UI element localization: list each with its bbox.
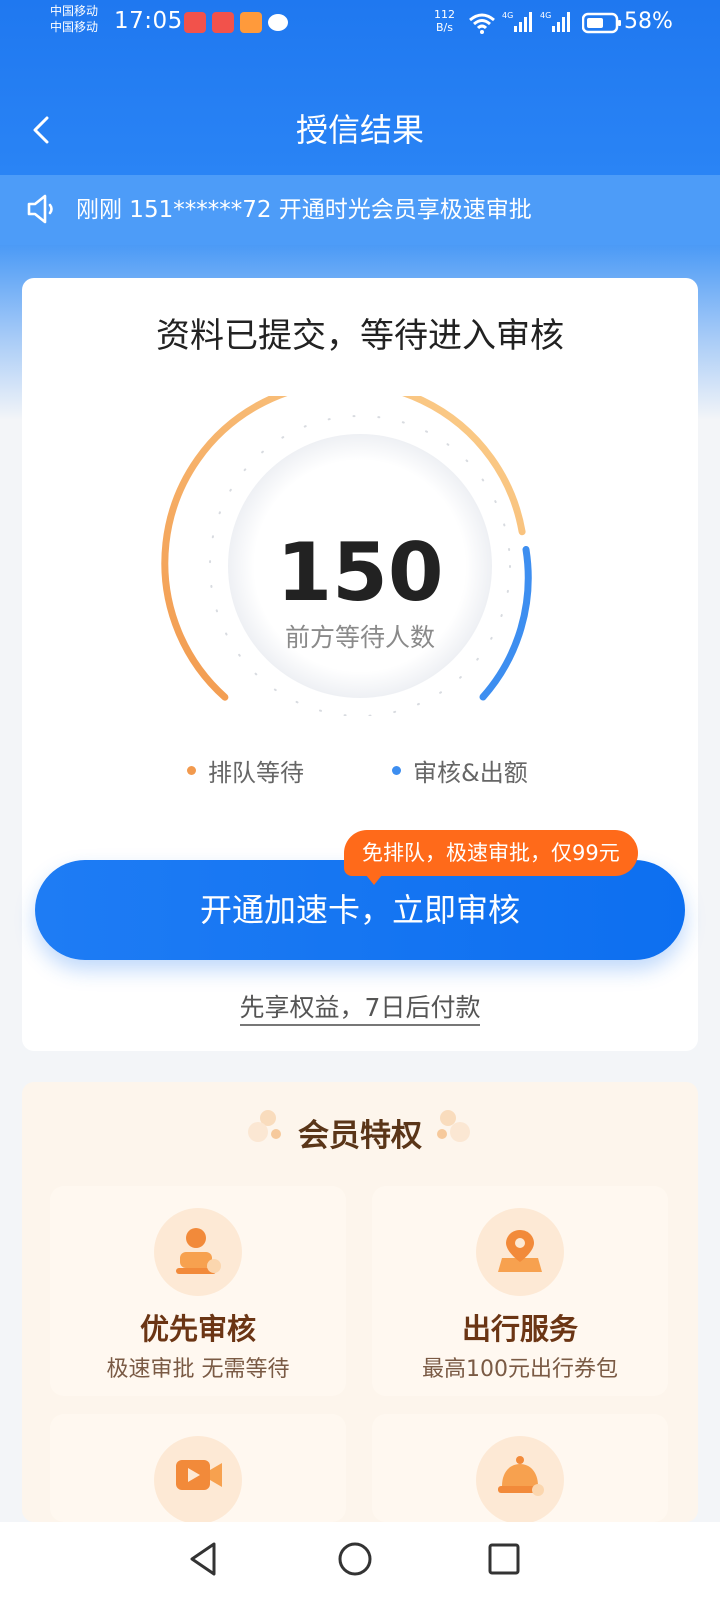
queue-dot-icon (187, 766, 196, 775)
app-notification-icon (212, 12, 234, 33)
net-speed-value: 112 (434, 8, 455, 21)
legend-queue-label: 排队等待 (208, 759, 304, 787)
nav-back-icon[interactable] (186, 1540, 220, 1578)
perk-title: 出行服务 (461, 1312, 578, 1346)
svg-text:4G: 4G (540, 11, 551, 20)
wifi-icon (469, 13, 495, 34)
page-title: 授信结果 (295, 111, 424, 149)
decor-bubbles-icon (437, 1110, 470, 1142)
notification-icons (184, 12, 288, 33)
net-speed-unit: B/s (436, 21, 453, 34)
status-card: 资料已提交，等待进入审核 150 前方等待人数 排队等待 审核&出额 开通加速卡… (22, 278, 698, 1051)
network-speed: 112 B/s (434, 8, 455, 34)
notice-bar: 刚刚 151******72 开通时光会员享极速审批 (0, 175, 720, 245)
perk-travel-service[interactable]: 出行服务 最高100元出行券包 (372, 1186, 668, 1396)
back-arrow-icon[interactable] (22, 110, 62, 150)
video-play-icon (176, 1460, 222, 1490)
pay-later-link[interactable]: 先享权益，7日后付款 (239, 993, 481, 1026)
perk-title: 优先审核 (139, 1312, 256, 1346)
signal-4g-icon: 4G (540, 11, 570, 32)
member-privileges-card: 会员特权 优先审核 极速审批 无需等待 出行服务 最高100元出行券包 (22, 1082, 698, 1524)
carrier-2: 中国移动 (50, 20, 99, 34)
speaker-icon (27, 194, 53, 224)
member-title: 会员特权 (298, 1118, 422, 1154)
battery-icon (582, 12, 621, 34)
signal-4g-icon: 4G (502, 11, 532, 32)
service-bell-icon (498, 1456, 544, 1496)
status-bar: 中国移动 中国移动 17:05 112 B/s 4G 4G 58% (0, 0, 720, 46)
nav-home-icon[interactable] (336, 1540, 374, 1578)
user-stamp-icon (176, 1228, 221, 1274)
perk-desc: 最高100元出行券包 (422, 1357, 618, 1382)
promo-tooltip: 免排队，极速审批，仅99元 (344, 830, 638, 885)
video-app-icon (240, 12, 262, 33)
carrier-info: 中国移动 中国移动 (50, 3, 98, 35)
nav-recents-icon[interactable] (486, 1540, 522, 1578)
perk-life-service[interactable] (372, 1414, 668, 1524)
review-dot-icon (392, 766, 401, 775)
notice-text: 刚刚 151******72 开通时光会员享极速审批 (76, 197, 532, 223)
legend-review: 审核&出额 (392, 753, 528, 788)
system-nav-bar (0, 1522, 720, 1600)
carrier-1: 中国移动 (50, 4, 99, 18)
location-pin-icon (498, 1230, 542, 1272)
pay-later-link-wrap: 先享权益，7日后付款 (22, 988, 698, 1026)
queue-count-label: 前方等待人数 (284, 623, 435, 652)
status-title: 资料已提交，等待进入审核 (156, 316, 564, 356)
message-icon (268, 14, 288, 31)
queue-count: 150 (276, 526, 444, 619)
perk-priority-review[interactable]: 优先审核 极速审批 无需等待 (50, 1186, 346, 1396)
legend-queue: 排队等待 (187, 753, 304, 788)
perk-video-membership[interactable] (50, 1414, 346, 1524)
legend-review-label: 审核&出额 (413, 759, 528, 787)
perk-desc: 极速审批 无需等待 (106, 1357, 290, 1382)
app-notification-icon (184, 12, 206, 33)
status-time: 17:05 (114, 8, 183, 34)
battery-percentage: 58% (624, 9, 673, 34)
svg-text:4G: 4G (502, 11, 513, 20)
